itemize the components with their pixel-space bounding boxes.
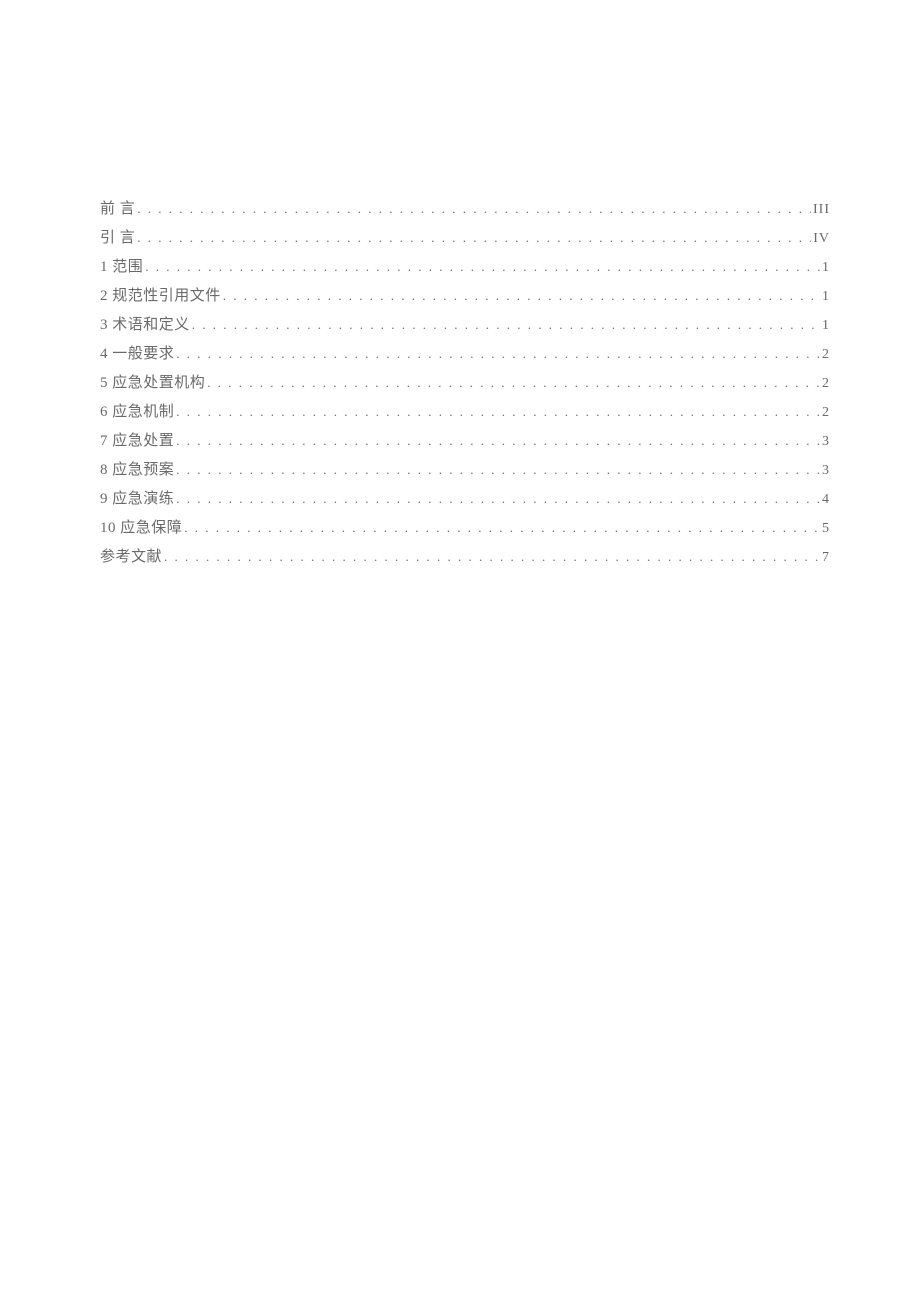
table-of-contents: 前 言III引 言IV1 范围12 规范性引用文件13 术语和定义14 一般要求… <box>100 195 830 572</box>
toc-entry: 1 范围 1 <box>100 253 830 282</box>
toc-entry-page: 3 <box>822 457 830 485</box>
toc-entry-page: III <box>813 196 830 224</box>
toc-entry-page: 1 <box>822 254 830 282</box>
toc-entry-title: 4 一般要求 <box>100 340 174 368</box>
toc-entry-page: 1 <box>822 312 830 340</box>
toc-entry-page: 5 <box>822 515 830 543</box>
toc-entry-page: 2 <box>822 341 830 369</box>
toc-entry: 5 应急处置机构 2 <box>100 369 830 398</box>
toc-entry: 8 应急预案 3 <box>100 456 830 485</box>
toc-entry: 3 术语和定义 1 <box>100 311 830 340</box>
toc-leader-dots <box>176 427 820 455</box>
toc-leader-dots <box>137 224 811 252</box>
toc-leader-dots <box>184 514 820 542</box>
toc-leader-dots <box>176 456 820 484</box>
toc-entry-title: 2 规范性引用文件 <box>100 282 221 310</box>
toc-entry-title: 7 应急处置 <box>100 427 174 455</box>
toc-entry: 4 一般要求 2 <box>100 340 830 369</box>
toc-entry-page: IV <box>813 225 830 253</box>
toc-entry-page: 3 <box>822 428 830 456</box>
toc-leader-dots <box>207 369 820 397</box>
toc-entry: 6 应急机制 2 <box>100 398 830 427</box>
toc-entry-title: 9 应急演练 <box>100 485 174 513</box>
toc-leader-dots <box>145 253 820 281</box>
toc-entry-page: 4 <box>822 486 830 514</box>
toc-entry-page: 1 <box>822 283 830 311</box>
toc-entry: 10 应急保障 5 <box>100 514 830 543</box>
toc-leader-dots <box>192 311 820 339</box>
toc-entry: 引 言 IV <box>100 224 830 253</box>
toc-leader-dots <box>176 398 820 426</box>
toc-entry-title: 10 应急保障 <box>100 514 182 542</box>
toc-entry-title: 8 应急预案 <box>100 456 174 484</box>
toc-entry-title: 3 术语和定义 <box>100 311 190 339</box>
toc-leader-dots <box>137 195 811 223</box>
toc-leader-dots <box>223 282 820 310</box>
toc-entry-title: 1 范围 <box>100 253 143 281</box>
toc-entry-title: 前 言 <box>100 195 135 223</box>
toc-entry: 2 规范性引用文件 1 <box>100 282 830 311</box>
toc-entry: 7 应急处置 3 <box>100 427 830 456</box>
toc-leader-dots <box>164 543 820 571</box>
toc-entry: 9 应急演练 4 <box>100 485 830 514</box>
toc-entry-page: 7 <box>822 544 830 572</box>
toc-entry-page: 2 <box>822 370 830 398</box>
toc-entry-title: 6 应急机制 <box>100 398 174 426</box>
toc-entry-title: 引 言 <box>100 224 135 252</box>
toc-entry-page: 2 <box>822 399 830 427</box>
toc-entry: 前 言 III <box>100 195 830 224</box>
toc-entry-title: 5 应急处置机构 <box>100 369 205 397</box>
toc-entry: 参考文献 7 <box>100 543 830 572</box>
toc-leader-dots <box>176 485 820 513</box>
toc-entry-title: 参考文献 <box>100 543 162 571</box>
toc-leader-dots <box>176 340 820 368</box>
